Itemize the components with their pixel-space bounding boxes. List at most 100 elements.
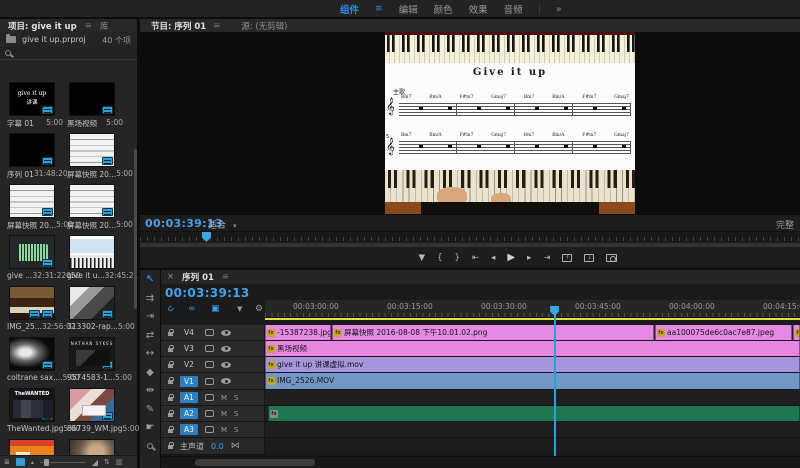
rolling-edit-tool[interactable]: ⇄ <box>146 331 154 341</box>
track-label-v1[interactable]: V1 <box>180 376 198 387</box>
workspace-tab-effects[interactable]: 效果 <box>469 2 488 16</box>
mute-button[interactable]: M <box>221 410 227 418</box>
rate-stretch-tool[interactable]: ↔ <box>146 349 154 359</box>
mark-in-button[interactable]: { <box>437 253 442 263</box>
source-patch-icon[interactable] <box>205 426 214 433</box>
thumbnail-zoom-slider[interactable] <box>40 462 86 463</box>
solo-button[interactable]: S <box>234 426 238 434</box>
track-lane-a3[interactable] <box>265 422 800 438</box>
list-view-button[interactable]: ≣ <box>4 458 10 466</box>
track-select-forward-tool[interactable]: ⇉ <box>146 294 154 304</box>
project-search[interactable] <box>0 47 137 60</box>
lock-icon[interactable] <box>168 332 173 336</box>
export-frame-button[interactable] <box>606 254 617 262</box>
panel-menu-icon[interactable]: ≡ <box>213 21 220 31</box>
icon-view-button[interactable] <box>16 458 25 466</box>
lock-icon[interactable] <box>168 397 173 401</box>
nested-sequence-icon[interactable]: ▣ <box>211 303 220 315</box>
timeline-horizontal-scrollbar[interactable] <box>161 456 800 468</box>
solo-button[interactable]: S <box>234 410 238 418</box>
project-item-thumbnail[interactable] <box>69 388 115 422</box>
lock-icon[interactable] <box>168 380 173 384</box>
lock-icon[interactable] <box>168 413 173 417</box>
track-label-v3[interactable]: V3 <box>180 343 198 354</box>
timeline-clip[interactable]: fx黑场视频 <box>265 341 800 356</box>
keyframe-navigator-icon[interactable]: ⋈ <box>231 441 240 451</box>
linked-selection-icon[interactable]: ∞ <box>188 303 196 315</box>
mute-button[interactable]: M <box>221 426 227 434</box>
sort-icon[interactable]: ⇅ <box>104 458 110 466</box>
timeline-clip[interactable]: fx <box>793 325 800 340</box>
track-lane-master[interactable] <box>265 438 800 455</box>
timeline-settings-icon[interactable]: ⚙ <box>255 303 263 315</box>
source-monitor-tab[interactable]: 源: (无剪辑) <box>241 20 287 32</box>
track-label-v4[interactable]: V4 <box>180 327 198 338</box>
zoom-tool[interactable] <box>147 442 153 452</box>
track-lane-a1[interactable] <box>265 390 800 406</box>
workspace-tab-color[interactable]: 颜色 <box>434 2 453 16</box>
workspace-tab-audio[interactable]: 音频 <box>504 2 523 16</box>
track-label-a2[interactable]: A2 <box>180 408 198 419</box>
timeline-timecode[interactable]: 00:03:39:13 <box>165 286 250 300</box>
close-icon[interactable]: × <box>167 272 174 282</box>
scrollbar-thumb[interactable] <box>195 459 315 466</box>
track-output-eye-icon[interactable] <box>221 362 231 368</box>
mark-out-button[interactable]: } <box>455 253 460 263</box>
solo-button[interactable]: S <box>234 394 238 402</box>
panel-menu-icon[interactable]: ≡ <box>85 21 92 31</box>
playback-resolution-dropdown[interactable]: 完整 <box>776 218 794 231</box>
timeline-ruler[interactable]: 00:03:00:00 00:03:15:00 00:03:30:00 00:0… <box>265 300 800 318</box>
workspace-overflow-icon[interactable]: » <box>556 4 562 15</box>
project-item-thumbnail[interactable] <box>69 286 115 320</box>
source-patch-icon[interactable] <box>205 361 214 368</box>
workspace-tab-assembly[interactable]: 组件 <box>340 2 359 16</box>
track-output-eye-icon[interactable] <box>221 378 231 384</box>
new-item-icon[interactable]: ▥ <box>116 458 123 466</box>
timeline-audio-clip[interactable]: fx <box>268 406 800 421</box>
hand-tool[interactable]: ☛ <box>146 423 155 433</box>
slip-tool[interactable]: ⇹ <box>146 386 154 396</box>
mute-button[interactable]: M <box>221 394 227 402</box>
lock-icon[interactable] <box>168 429 173 433</box>
step-back-button[interactable]: ◂ <box>491 253 495 263</box>
project-item-thumbnail[interactable] <box>69 184 115 218</box>
project-scrollbar[interactable] <box>134 149 137 309</box>
ripple-edit-tool[interactable]: ⇥ <box>146 312 154 322</box>
go-to-in-button[interactable]: ⇤ <box>472 253 479 263</box>
sequence-tab[interactable]: 序列 01 <box>182 271 214 283</box>
project-file-name[interactable]: give it up.prproj <box>22 35 86 44</box>
slider-knob[interactable] <box>44 459 49 466</box>
add-marker-icon[interactable]: ▼ <box>237 303 242 315</box>
pen-tool[interactable]: ✎ <box>146 405 154 415</box>
source-patch-icon[interactable] <box>205 345 214 352</box>
lock-icon[interactable] <box>168 348 173 352</box>
project-item-thumbnail[interactable] <box>9 235 55 269</box>
monitor-scrubber[interactable] <box>140 231 800 242</box>
lift-button[interactable]: ↑ <box>562 254 572 262</box>
source-patch-icon[interactable] <box>205 378 214 385</box>
workspace-menu-icon[interactable]: ≡ <box>375 4 383 14</box>
project-item-thumbnail[interactable] <box>69 235 115 269</box>
step-forward-button[interactable]: ▸ <box>527 253 531 263</box>
zoom-in-icon[interactable]: ◢ <box>92 458 98 467</box>
project-item-thumbnail[interactable] <box>9 337 55 371</box>
extract-button[interactable]: ↓ <box>584 254 594 262</box>
workspace-tab-editing[interactable]: 编辑 <box>399 2 418 16</box>
source-patch-icon[interactable] <box>205 329 214 336</box>
source-patch-icon[interactable] <box>205 394 214 401</box>
source-patch-icon[interactable] <box>205 410 214 417</box>
monitor-zoom-scrollbar[interactable] <box>140 243 800 247</box>
lock-icon[interactable] <box>168 364 173 368</box>
master-level-value[interactable]: 0.0 <box>211 442 224 451</box>
work-area-bar[interactable] <box>265 318 800 320</box>
razor-tool[interactable]: ◆ <box>146 368 154 378</box>
track-label-v2[interactable]: V2 <box>180 359 198 370</box>
timeline-playhead-line[interactable] <box>554 314 556 456</box>
timeline-clip[interactable]: fxIMG_2526.MOV <box>265 373 800 389</box>
project-tab[interactable]: 项目: give it up <box>8 20 77 32</box>
panel-menu-icon[interactable]: ≡ <box>222 272 229 282</box>
timeline-clip[interactable]: fxaa100075de6c0ac7e87.jpeg <box>655 325 792 340</box>
project-item-thumbnail[interactable] <box>69 82 115 116</box>
zoom-level-dropdown[interactable]: 适合▾ <box>208 218 237 231</box>
project-item-thumbnail[interactable] <box>9 133 55 167</box>
